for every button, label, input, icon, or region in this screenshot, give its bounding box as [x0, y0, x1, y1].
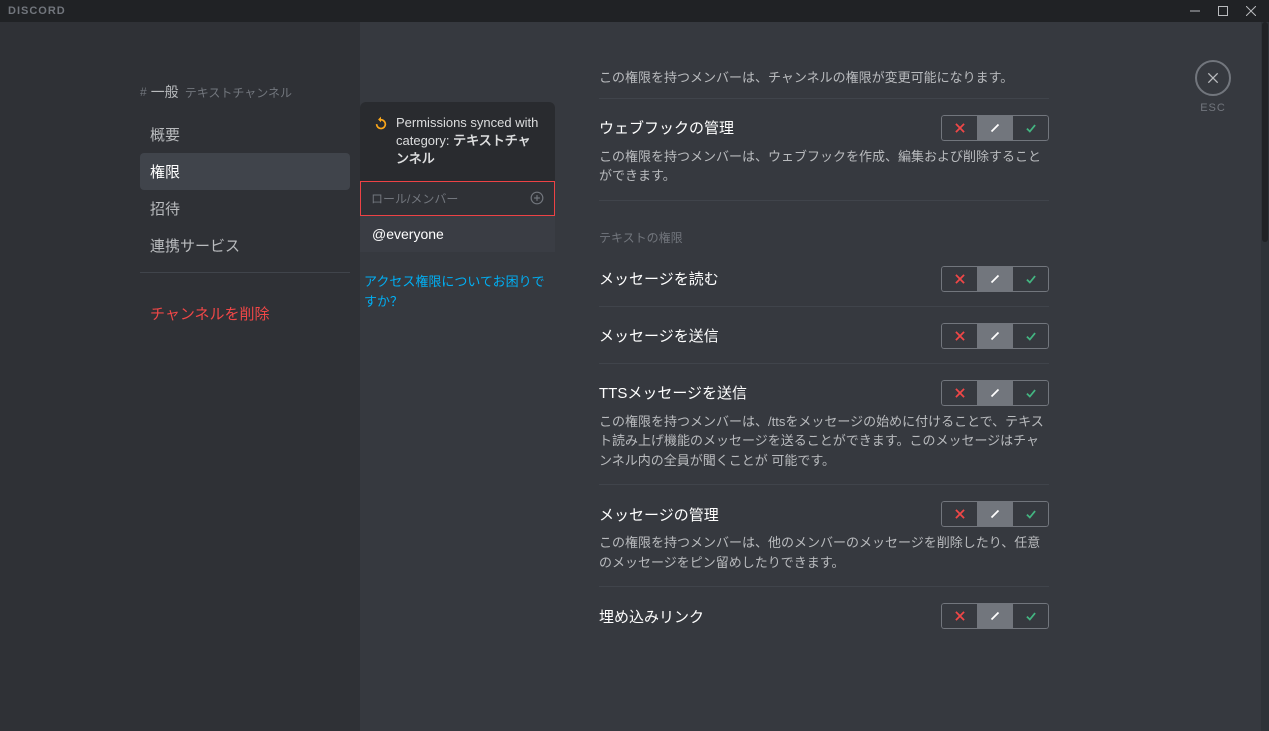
- toggle-allow[interactable]: [1013, 115, 1049, 141]
- permission-row-webhooks: ウェブフックの管理 この権限を持つメンバーは、ウェブフックを作成、編集および: [599, 99, 1049, 201]
- toggle-deny[interactable]: [941, 115, 977, 141]
- close-settings[interactable]: ESC: [1195, 60, 1231, 114]
- permission-description: この権限を持つメンバーは、/ttsをメッセージの始めに付けることで、テキスト読み…: [599, 412, 1049, 471]
- toggle-allow[interactable]: [1013, 266, 1049, 292]
- roles-header-label: ロール/メンバー: [371, 190, 458, 207]
- permission-description: この権限を持つメンバーは、ウェブフックを作成、編集および削除することができます。: [599, 147, 1049, 186]
- toggle-allow[interactable]: [1013, 323, 1049, 349]
- permission-row-embed-links: 埋め込みリンク: [599, 587, 1049, 643]
- toggle-allow[interactable]: [1013, 603, 1049, 629]
- permission-title: ウェブフックの管理: [599, 117, 734, 138]
- sync-icon: [374, 116, 388, 130]
- roles-members-header[interactable]: ロール/メンバー: [360, 181, 555, 216]
- roles-column: Permissions synced with category: テキストチャ…: [360, 22, 555, 731]
- delete-channel-button[interactable]: チャンネルを削除: [140, 295, 350, 332]
- permission-description: この権限を持つメンバーは、他のメンバーのメッセージを削除したり、任意のメッセージ…: [599, 533, 1049, 572]
- role-everyone[interactable]: @everyone: [360, 216, 555, 252]
- permission-toggle[interactable]: [941, 380, 1049, 406]
- sidebar-item-invites[interactable]: 招待: [140, 190, 350, 227]
- toggle-passthrough[interactable]: [977, 603, 1013, 629]
- permission-description: この権限を持つメンバーは、チャンネルの権限が変更可能になります。: [599, 68, 1049, 88]
- permission-row-read-messages: メッセージを読む: [599, 250, 1049, 307]
- toggle-passthrough[interactable]: [977, 323, 1013, 349]
- maximize-button[interactable]: [1209, 0, 1237, 22]
- toggle-passthrough[interactable]: [977, 380, 1013, 406]
- permission-toggle[interactable]: [941, 501, 1049, 527]
- toggle-deny[interactable]: [941, 323, 977, 349]
- app-brand: DISCORD: [8, 5, 66, 17]
- permission-row-send-messages: メッセージを送信: [599, 307, 1049, 364]
- toggle-deny[interactable]: [941, 603, 977, 629]
- close-button[interactable]: [1237, 0, 1265, 22]
- permission-title: メッセージを送信: [599, 325, 719, 346]
- permission-title: TTSメッセージを送信: [599, 382, 747, 403]
- permissions-panel: この権限を持つメンバーは、チャンネルの権限が変更可能になります。 ウェブフックの…: [555, 22, 1269, 731]
- toggle-allow[interactable]: [1013, 380, 1049, 406]
- permission-toggle[interactable]: [941, 115, 1049, 141]
- esc-label: ESC: [1195, 102, 1231, 114]
- toggle-deny[interactable]: [941, 501, 977, 527]
- permission-toggle[interactable]: [941, 266, 1049, 292]
- scrollbar-thumb[interactable]: [1262, 22, 1268, 242]
- permissions-section-text: テキストの権限: [599, 229, 1049, 250]
- settings-sidebar: # 一般 テキストチャンネル 概要 権限 招待 連携サービス チャンネルを削除: [0, 22, 360, 731]
- permission-title: メッセージの管理: [599, 504, 719, 525]
- divider: [140, 272, 350, 273]
- scrollbar[interactable]: [1261, 22, 1269, 731]
- permissions-sync-notice: Permissions synced with category: テキストチャ…: [360, 102, 555, 181]
- permission-row-tts: TTSメッセージを送信 この権限を持つメンバーは、/ttsをメッセージの始めに付…: [599, 364, 1049, 486]
- toggle-deny[interactable]: [941, 266, 977, 292]
- permission-title: 埋め込みリンク: [599, 606, 704, 627]
- titlebar: DISCORD: [0, 0, 1269, 22]
- permission-title: メッセージを読む: [599, 268, 719, 289]
- sidebar-item-overview[interactable]: 概要: [140, 116, 350, 153]
- channel-header: # 一般 テキストチャンネル: [140, 82, 350, 102]
- permission-toggle[interactable]: [941, 323, 1049, 349]
- toggle-passthrough[interactable]: [977, 266, 1013, 292]
- permissions-help-link[interactable]: アクセス権限についてお困りですか？: [360, 252, 555, 314]
- sidebar-item-permissions[interactable]: 権限: [140, 153, 350, 190]
- add-role-icon[interactable]: [530, 191, 544, 205]
- channel-name: 一般: [151, 82, 179, 102]
- channel-subtitle: テキストチャンネル: [185, 84, 292, 101]
- permission-toggle[interactable]: [941, 603, 1049, 629]
- toggle-passthrough[interactable]: [977, 115, 1013, 141]
- sidebar-item-integrations[interactable]: 連携サービス: [140, 227, 350, 264]
- toggle-passthrough[interactable]: [977, 501, 1013, 527]
- close-icon[interactable]: [1195, 60, 1231, 96]
- permission-row-manage-messages: メッセージの管理 この権限を持つメンバーは、他のメンバーのメッセージを削除したり…: [599, 485, 1049, 587]
- minimize-button[interactable]: [1181, 0, 1209, 22]
- toggle-deny[interactable]: [941, 380, 977, 406]
- window-controls: [1181, 0, 1265, 22]
- toggle-allow[interactable]: [1013, 501, 1049, 527]
- hash-icon: #: [140, 85, 147, 99]
